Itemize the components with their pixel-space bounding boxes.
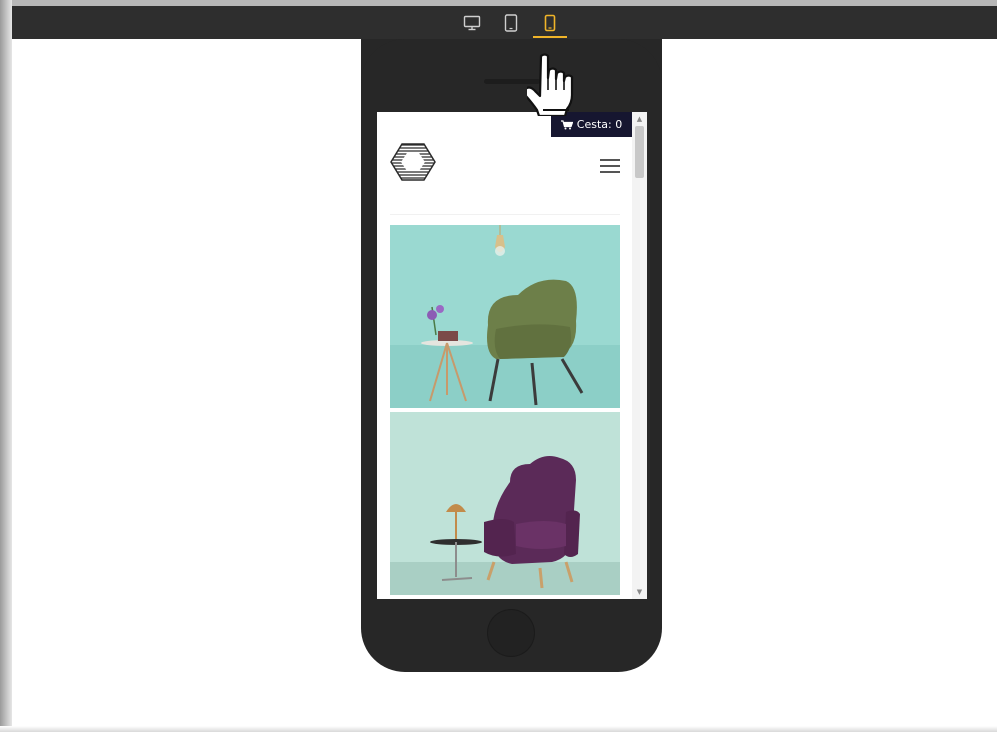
tablet-view-button[interactable] [499,12,523,34]
green-armchair-photo[interactable] [390,225,620,408]
device-preview-toolbar [12,6,997,39]
desktop-view-button[interactable] [460,12,484,34]
cart-label: Cesta: 0 [576,118,623,131]
preview-scrollbar[interactable]: ▲ ▼ [632,112,647,599]
mobile-view-button[interactable] [533,12,567,38]
cart-icon [560,119,573,129]
scroll-down-arrow-icon[interactable]: ▼ [632,585,647,599]
tablet-icon [504,14,518,32]
hand-pointer-cursor-icon [523,52,577,120]
scroll-thumb[interactable] [635,126,644,178]
hexagon-logo[interactable] [390,142,436,186]
mobile-site-preview[interactable]: Cesta: 0 ▲ ▼ [377,112,647,599]
hamburger-menu-icon[interactable] [600,159,620,173]
window-left-border [0,0,12,732]
header-divider [390,214,620,215]
phone-home-button [487,609,535,657]
desktop-icon [463,15,481,31]
window-bottom-border [0,726,997,732]
phone-preview-frame: Cesta: 0 ▲ ▼ [361,39,662,672]
scroll-up-arrow-icon[interactable]: ▲ [632,112,647,126]
purple-wingback-armchair-photo[interactable] [390,412,620,595]
mobile-icon [544,14,556,32]
